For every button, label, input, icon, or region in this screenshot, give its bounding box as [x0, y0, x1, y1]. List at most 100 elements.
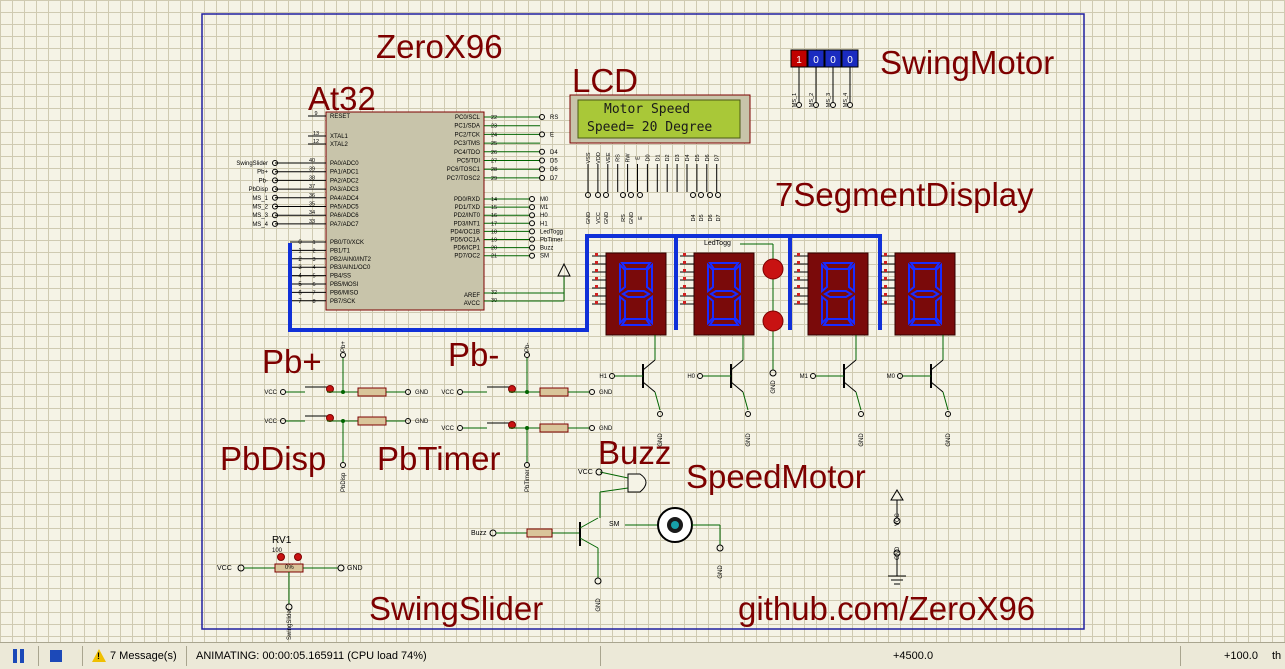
mcu-pin-num: 36: [309, 193, 315, 199]
swing-motor-header[interactable]: 1 MS_1 0 MS_2 0 MS_3 0 MS_4: [790, 49, 859, 108]
led-top[interactable]: [762, 258, 784, 280]
pin-terminal: [529, 196, 535, 202]
net-buzz: Buzz: [471, 530, 487, 537]
header-bit-value: 0: [813, 55, 819, 66]
mcu-pin-num: 29: [491, 176, 497, 182]
mcu-pin-num: 2: [312, 248, 315, 254]
gnd-label: GND: [415, 390, 429, 396]
lcd-label: LCD: [572, 62, 639, 99]
mcu-pin-num: 21: [491, 254, 497, 260]
gnd-label: GND: [599, 390, 613, 396]
messages-count[interactable]: 7 Message(s): [110, 643, 177, 669]
lcd-net-label: RS: [621, 214, 627, 222]
schematic-drawing[interactable]: 9 RESET13 XTAL112 XTAL2SwingSlider 40 PA0/ADC…: [0, 0, 1285, 642]
mcu-pin-name: PA4/ADC4: [330, 196, 359, 202]
mcu-pin-num: 38: [309, 175, 315, 181]
buzzer[interactable]: [595, 468, 647, 518]
gnd-terminal: [405, 418, 411, 424]
pin-terminal: [539, 114, 545, 120]
mcu-pin-num: 35: [309, 202, 315, 208]
mcu-label: At32: [308, 80, 376, 117]
mcu-net-label: LedTogg: [540, 229, 563, 235]
emitter-wire: [742, 391, 749, 411]
rv1-potentiometer[interactable]: [237, 553, 345, 611]
gnd-label: GND: [599, 426, 613, 432]
mcu-pin-name: PA1/ADC1: [330, 170, 359, 176]
transistor-emitter: [642, 381, 656, 393]
button-state: [508, 385, 516, 393]
pin-terminal: [529, 212, 535, 219]
mcu-pin-name: PB2/AIN0/INT2: [330, 257, 372, 263]
mcu-pin-num: 40: [309, 158, 315, 164]
mcu-pin-name: XTAL1: [330, 134, 349, 140]
transistor-gnd: GND: [746, 433, 752, 447]
vcc-terminal: [457, 389, 463, 395]
pull-resistor: [357, 416, 387, 426]
lcd-terminal: [715, 192, 721, 198]
gnd-terminal: [945, 411, 951, 417]
lcd-pin-name: D5: [695, 154, 701, 161]
status-bar: ! 7 Message(s) ANIMATING: 00:00:05.16591…: [0, 642, 1285, 669]
net-ledtogg: LedTogg: [704, 240, 731, 247]
pin-terminal: [529, 228, 535, 235]
warning-icon[interactable]: !: [92, 649, 106, 662]
emitter-wire: [855, 391, 862, 411]
pull-resistor: [539, 387, 569, 397]
seg-pin-state: [884, 293, 887, 296]
mcu-pin-name: PD5/OC1A: [450, 238, 480, 244]
transistor-collector: [843, 359, 857, 371]
seg-pin-state: [683, 293, 686, 296]
mcu-net-label: Pb+: [257, 170, 268, 176]
seg-pin-state: [884, 269, 887, 272]
lcd-pin-name: E: [636, 156, 642, 160]
mcu-net-label: D4: [550, 150, 558, 156]
pin-terminal: [529, 244, 535, 251]
header-net-label: MS_1: [792, 93, 798, 107]
mcu-pin-num: 28: [491, 167, 497, 173]
seg-pin-state: [683, 269, 686, 272]
mcu-pin-name: PD4/OC1B: [450, 229, 480, 235]
transistor-collector: [642, 359, 656, 371]
mcu-pin-num: 26: [491, 150, 497, 156]
mcu-pin-name: PC5/TDI: [457, 159, 480, 165]
led-bottom[interactable]: [762, 310, 784, 332]
button-state: [326, 385, 334, 393]
buzz-driver[interactable]: [489, 517, 602, 585]
seg-pin-state: [797, 253, 800, 256]
gnd-terminal: [405, 389, 411, 395]
mcu-pin-num: 24: [491, 132, 497, 138]
transistor-net: M0: [887, 374, 896, 380]
speed-motor[interactable]: [625, 507, 724, 552]
button-net: PbTimer: [525, 470, 531, 492]
lcd-pin-name: D0: [645, 154, 651, 161]
transistor-gnd: GND: [859, 433, 865, 447]
mcu-pin-num: 1: [312, 240, 315, 246]
stop-icon[interactable]: [50, 650, 62, 662]
pause-icon[interactable]: [12, 649, 26, 663]
bus-index: 3: [298, 265, 302, 271]
pin-terminal: [539, 148, 545, 155]
lcd-net-label: D6: [708, 214, 714, 221]
mcu-net-label: RS: [550, 115, 558, 121]
mcu-pin-name: AVCC: [464, 301, 481, 307]
mcu-pin-name: PD0/RXD: [454, 197, 481, 203]
schematic-canvas[interactable]: 9 RESET 13 XTAL1 12 XTAL2 SwingSlider 40 PA0/ADC…: [0, 0, 1285, 642]
mcu-net-label: SwingSlider: [236, 161, 268, 167]
mcu-pin-name: PC0/SCL: [455, 115, 481, 121]
lcd-pin-name: D2: [665, 154, 671, 161]
mcu-pin-num: 4: [312, 265, 315, 271]
net-vcc-buzz: VCC: [578, 469, 593, 476]
mcu-net-label: MS_2: [252, 205, 268, 211]
header-net-label: MS_2: [809, 93, 815, 107]
lcd-net-label: VCC: [596, 212, 602, 224]
seg-pin-state: [595, 277, 598, 280]
mcu-pin-num: 7: [312, 290, 315, 296]
author-label: ZeroX96: [376, 28, 503, 65]
mcu-pin-num: 20: [491, 246, 497, 252]
seg-pin-state: [595, 293, 598, 296]
mcu-pin-num: 5: [312, 274, 315, 280]
base-terminal: [897, 373, 903, 379]
pin-terminal: [539, 157, 545, 164]
mcu-pin-num: 13: [313, 131, 319, 137]
header-net-label: MS_4: [843, 93, 849, 107]
